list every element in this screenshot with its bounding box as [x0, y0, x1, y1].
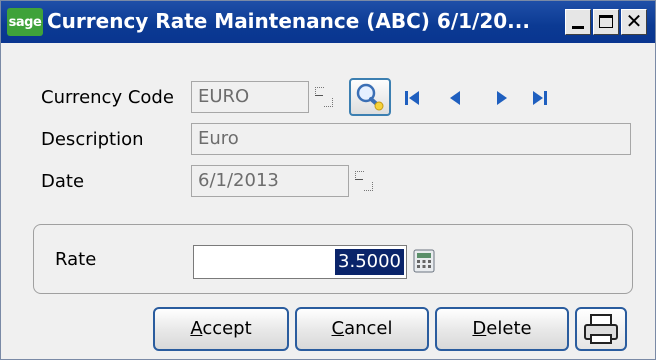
description-label: Description — [41, 129, 144, 150]
minimize-icon — [572, 26, 584, 29]
accept-button[interactable]: Accept — [153, 307, 289, 351]
window-title: Currency Rate Maintenance (ABC) 6/1/20..… — [47, 9, 530, 33]
rate-value: 3.5000 — [335, 249, 404, 275]
sage-logo: sage — [7, 8, 43, 36]
search-button[interactable] — [349, 78, 391, 116]
cancel-button[interactable]: Cancel — [295, 307, 429, 351]
last-record-icon[interactable] — [529, 89, 549, 107]
cancel-label: ancel — [344, 318, 393, 339]
delete-label: elete — [486, 318, 532, 339]
first-record-icon[interactable] — [403, 89, 423, 107]
next-record-icon[interactable] — [491, 89, 511, 107]
printer-icon — [584, 314, 618, 344]
cancel-hotkey: C — [331, 318, 345, 339]
description-input[interactable]: Euro — [191, 123, 631, 155]
delete-hotkey: D — [472, 318, 487, 339]
date-label: Date — [41, 171, 85, 192]
calculator-icon[interactable] — [413, 249, 435, 273]
accept-hotkey: A — [190, 318, 203, 339]
maximize-button[interactable] — [593, 9, 619, 35]
close-icon: ✕ — [625, 9, 643, 33]
close-button[interactable]: ✕ — [621, 9, 647, 35]
currency-code-lookup-icon[interactable] — [313, 85, 335, 107]
date-lookup-icon[interactable] — [353, 169, 375, 191]
delete-button[interactable]: Delete — [435, 307, 569, 351]
minimize-button[interactable] — [565, 9, 591, 35]
title-bar[interactable]: sage Currency Rate Maintenance (ABC) 6/1… — [1, 1, 655, 43]
rate-input[interactable]: 3.5000 — [193, 245, 407, 279]
window-controls: ✕ — [565, 9, 647, 35]
previous-record-icon[interactable] — [446, 89, 466, 107]
currency-code-label: Currency Code — [41, 87, 174, 108]
maximize-icon — [599, 15, 613, 28]
currency-rate-window: sage Currency Rate Maintenance (ABC) 6/1… — [0, 0, 656, 360]
rate-label: Rate — [55, 249, 97, 270]
search-icon — [356, 83, 384, 111]
accept-label: ccept — [202, 318, 252, 339]
currency-code-input[interactable]: EURO — [191, 81, 309, 113]
print-button[interactable] — [575, 307, 627, 351]
date-input[interactable]: 6/1/2013 — [191, 165, 349, 197]
